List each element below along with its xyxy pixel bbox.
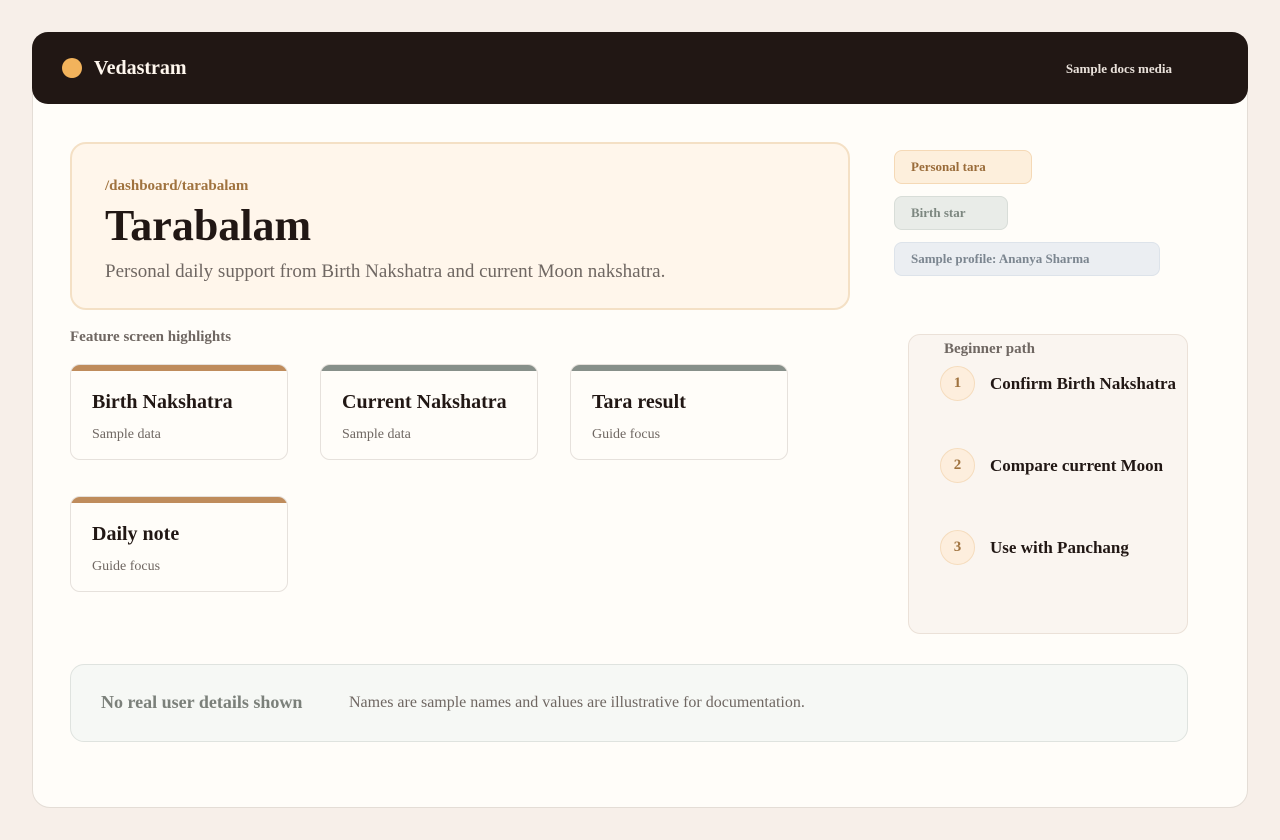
brand-logo-icon bbox=[62, 58, 82, 78]
top-bar: Vedastram Sample docs media bbox=[32, 32, 1248, 104]
card-title: Current Nakshatra bbox=[342, 391, 507, 413]
step-use-with-panchang: Use with Panchang bbox=[990, 538, 1129, 557]
tag-personal-tara: Personal tara bbox=[894, 150, 1032, 184]
route-path: /dashboard/tarabalam bbox=[105, 178, 249, 194]
step-compare-current-moon: Compare current Moon bbox=[990, 456, 1164, 475]
tag-sample-profile: Sample profile: Ananya Sharma bbox=[894, 242, 1160, 276]
card-accent-bar bbox=[321, 365, 537, 371]
card-current-nakshatra[interactable]: Current Nakshatra Sample data bbox=[320, 364, 538, 460]
notice-text: Names are sample names and values are il… bbox=[349, 694, 805, 711]
feature-highlights-label: Feature screen highlights bbox=[70, 329, 232, 345]
card-title: Daily note bbox=[92, 523, 180, 545]
card-meta: Sample data bbox=[92, 427, 161, 442]
tag-birth-star: Birth star bbox=[894, 196, 1008, 230]
beginner-path-label: Beginner path bbox=[944, 341, 1035, 357]
privacy-notice: No real user details shown Names are sam… bbox=[70, 664, 1188, 742]
card-meta: Sample data bbox=[342, 427, 411, 442]
step-number-badge: 3 bbox=[940, 530, 975, 565]
card-title: Tara result bbox=[592, 391, 686, 413]
card-title: Birth Nakshatra bbox=[92, 391, 233, 413]
card-meta: Guide focus bbox=[92, 559, 161, 574]
card-daily-note[interactable]: Daily note Guide focus bbox=[70, 496, 288, 592]
hero-panel: /dashboard/tarabalam Tarabalam Personal … bbox=[70, 142, 850, 310]
card-accent-bar bbox=[71, 497, 287, 503]
sample-docs-media-link[interactable]: Sample docs media bbox=[1066, 61, 1172, 77]
card-birth-nakshatra[interactable]: Birth Nakshatra Sample data bbox=[70, 364, 288, 460]
step-number-badge: 2 bbox=[940, 448, 975, 483]
card-meta: Guide focus bbox=[592, 427, 661, 442]
step-number-badge: 1 bbox=[940, 366, 975, 401]
notice-title: No real user details shown bbox=[101, 692, 303, 712]
card-accent-bar bbox=[571, 365, 787, 371]
card-tara-result[interactable]: Tara result Guide focus bbox=[570, 364, 788, 460]
page-title: Tarabalam bbox=[105, 201, 312, 250]
brand-name[interactable]: Vedastram bbox=[94, 56, 187, 80]
page-subtitle: Personal daily support from Birth Naksha… bbox=[105, 261, 666, 282]
card-accent-bar bbox=[71, 365, 287, 371]
step-confirm-birth-nakshatra: Confirm Birth Nakshatra bbox=[990, 374, 1177, 393]
